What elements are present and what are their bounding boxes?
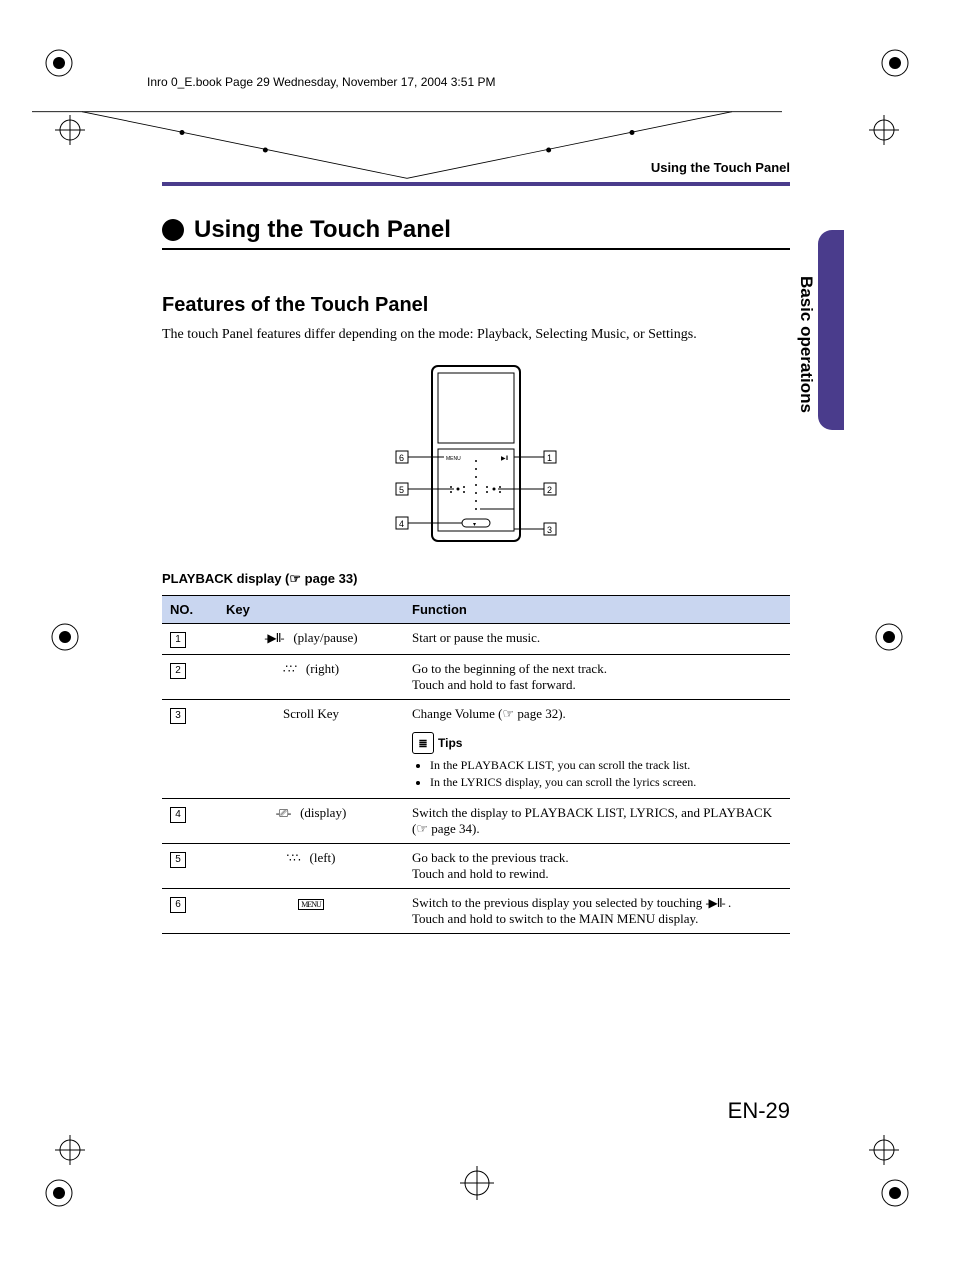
func-text: Go back to the previous track. <box>412 850 782 866</box>
device-figure: MENU ▶Ⅱ ▾ 6 5 4 <box>366 361 586 551</box>
th-function: Function <box>404 596 790 624</box>
registration-mark-icon <box>872 620 906 654</box>
page-number: EN-29 <box>728 1098 790 1124</box>
row-number: 3 <box>170 708 186 724</box>
running-head: Using the Touch Panel <box>651 160 790 175</box>
key-label: (play/pause) <box>293 630 357 645</box>
table-row: 4 -⎚- (display) Switch the display to PL… <box>162 799 790 844</box>
tip-item: In the LYRICS display, you can scroll th… <box>430 775 782 790</box>
table-row: 5 ∵∴ (left) Go back to the previous trac… <box>162 844 790 889</box>
crosshair-icon <box>869 1135 899 1165</box>
svg-text:3: 3 <box>547 525 552 535</box>
row-number: 5 <box>170 852 186 868</box>
table-row: 1 -▶Ⅱ- (play/pause) Start or pause the m… <box>162 624 790 655</box>
registration-mark-icon <box>878 1176 912 1210</box>
row-number: 4 <box>170 807 186 823</box>
svg-text:1: 1 <box>547 453 552 463</box>
crop-lines <box>32 95 782 195</box>
func-text: Change Volume ( <box>412 706 503 721</box>
crosshair-icon <box>869 115 899 145</box>
svg-text:MENU: MENU <box>446 456 461 462</box>
row-number: 6 <box>170 897 186 913</box>
reference-icon: ☞ <box>289 571 301 586</box>
key-label: (display) <box>300 805 346 820</box>
svg-text:2: 2 <box>547 485 552 495</box>
func-text: Start or pause the music. <box>404 624 790 655</box>
row-number: 2 <box>170 663 186 679</box>
key-label: (left) <box>310 850 336 865</box>
bullet-icon <box>162 219 184 241</box>
th-key: Key <box>218 596 404 624</box>
svg-text:▶Ⅱ: ▶Ⅱ <box>501 456 509 462</box>
page-title: Using the Touch Panel <box>194 216 451 244</box>
registration-mark-icon <box>42 46 76 80</box>
touch-left-icon: ∵∴ <box>286 851 299 866</box>
intro-text: The touch Panel features differ dependin… <box>162 327 790 343</box>
func-text: Go to the beginning of the next track. <box>412 661 782 677</box>
row-number: 1 <box>170 632 186 648</box>
tip-item: In the PLAYBACK LIST, you can scroll the… <box>430 758 782 773</box>
svg-text:4: 4 <box>399 519 404 529</box>
func-text: page 34). <box>428 821 480 836</box>
registration-mark-icon <box>48 620 82 654</box>
table-caption: PLAYBACK display (☞ page 33) <box>162 571 790 587</box>
play-pause-icon: -▶Ⅱ- <box>264 631 283 646</box>
svg-text:5: 5 <box>399 485 404 495</box>
tips-icon: ≣ <box>412 732 434 754</box>
title-underline <box>162 248 790 250</box>
key-label: (right) <box>306 661 339 676</box>
func-text: Touch and hold to fast forward. <box>412 677 782 693</box>
registration-mark-icon <box>878 46 912 80</box>
func-text: Touch and hold to rewind. <box>412 866 782 882</box>
table-row: 6 MENU Switch to the previous display yo… <box>162 889 790 934</box>
table-row: 3 Scroll Key Change Volume (☞ page 32). … <box>162 700 790 799</box>
menu-icon: MENU <box>298 899 324 910</box>
touch-right-icon: ∴∵ <box>283 662 296 677</box>
func-text: . <box>728 895 731 910</box>
purple-rule <box>162 182 790 186</box>
header-filename: Inro 0_E.book Page 29 Wednesday, Novembe… <box>147 75 842 89</box>
reference-icon: ☞ <box>503 706 515 721</box>
key-label: Scroll Key <box>283 706 339 721</box>
caption-suffix: page 33) <box>301 571 357 586</box>
side-tab-label: Basic operations <box>796 276 816 413</box>
section-heading: Features of the Touch Panel <box>162 294 790 317</box>
svg-text:▾: ▾ <box>473 522 476 528</box>
func-text: Touch and hold to switch to the MAIN MEN… <box>412 911 782 927</box>
table-row: 2 ∴∵ (right) Go to the beginning of the … <box>162 655 790 700</box>
display-icon: -⎚- <box>276 806 291 821</box>
func-text: Switch to the previous display you selec… <box>412 895 706 910</box>
func-text: page 32). <box>514 706 566 721</box>
caption-prefix: PLAYBACK display ( <box>162 571 289 586</box>
reference-icon: ☞ <box>416 821 428 836</box>
crosshair-icon <box>55 115 85 145</box>
svg-text:6: 6 <box>399 453 404 463</box>
crosshair-icon <box>55 1135 85 1165</box>
play-pause-icon: -▶Ⅱ- <box>706 896 725 911</box>
tips-label: Tips <box>438 736 462 750</box>
th-no: NO. <box>162 596 218 624</box>
page-frame: Inro 0_E.book Page 29 Wednesday, Novembe… <box>112 40 842 1230</box>
side-tab <box>818 230 844 430</box>
registration-mark-icon <box>42 1176 76 1210</box>
touch-panel-table: NO. Key Function 1 -▶Ⅱ- (play/pause) Sta… <box>162 595 790 934</box>
